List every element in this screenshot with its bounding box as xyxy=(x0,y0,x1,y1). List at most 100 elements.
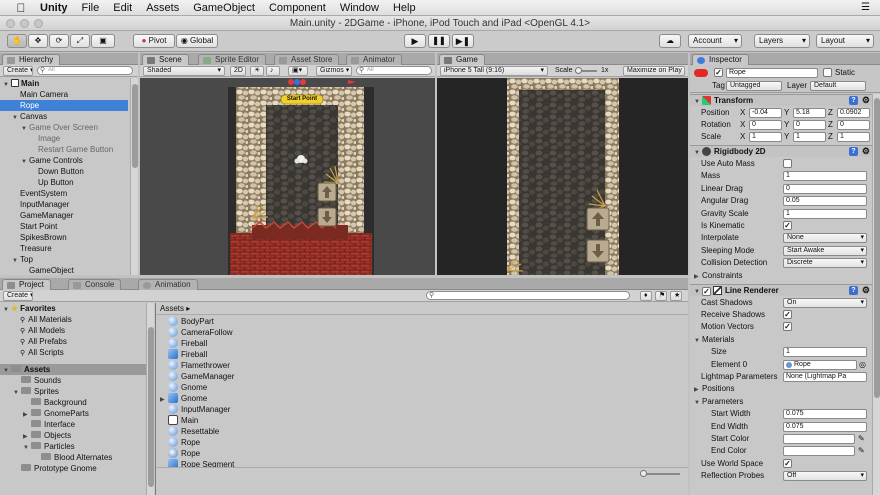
chevron-icon[interactable]: ▼ xyxy=(694,397,702,409)
project-asset-item[interactable]: Main xyxy=(156,414,456,426)
hierarchy-item[interactable]: ▼ Main xyxy=(0,78,128,89)
object-name-field[interactable]: Rope xyxy=(726,68,818,78)
tab-hierarchy[interactable]: Hierarchy xyxy=(2,54,61,65)
step-button[interactable]: ▶❚ xyxy=(452,34,474,48)
audio-toggle[interactable]: ♪ xyxy=(266,66,280,76)
help-icon[interactable]: ? xyxy=(849,147,858,156)
cloud-button[interactable]: ☁ xyxy=(659,34,681,48)
scene-viewport[interactable]: Start Point xyxy=(140,78,435,275)
tab-asset-store[interactable]: Asset Store xyxy=(274,54,340,65)
tag-dropdown[interactable]: Untagged xyxy=(726,81,782,91)
scale-tool-button[interactable]: ⤢ xyxy=(70,34,90,48)
transform-scale-z-field[interactable]: 1 xyxy=(837,132,870,142)
layout-dropdown[interactable]: Layout ▾ xyxy=(816,34,874,48)
transform-rotation-z-field[interactable]: 0 xyxy=(837,120,870,130)
hierarchy-item[interactable]: ▼ Game Controls xyxy=(0,155,128,166)
filter-label-button[interactable]: ⚑ xyxy=(655,291,667,301)
line-renderer-prop-field[interactable]: 0.075 xyxy=(783,409,867,420)
chevron-icon[interactable]: ▼ xyxy=(694,335,702,347)
project-asset-item[interactable]: Resettable xyxy=(156,425,456,437)
slider-knob[interactable] xyxy=(640,470,647,477)
rigidbody-prop-dropdown[interactable]: None ▾ xyxy=(783,233,867,244)
transform-rotation-x-field[interactable]: 0 xyxy=(749,120,782,130)
scale-slider[interactable] xyxy=(575,67,597,74)
scrollbar-thumb[interactable] xyxy=(874,98,880,398)
rect-tool-button[interactable]: ▣ xyxy=(91,34,115,48)
project-folder-item[interactable]: Interface xyxy=(0,419,146,430)
menu-list-icon[interactable]: ☰ xyxy=(861,2,870,13)
scene-search-input[interactable]: ⚲ All xyxy=(356,66,432,75)
scrollbar-thumb[interactable] xyxy=(148,327,154,487)
transform-position-y-field[interactable]: 5.18 xyxy=(793,108,826,118)
maximize-on-play-toggle[interactable]: Maximize on Play xyxy=(623,66,685,76)
project-folder-item[interactable]: Prototype Gnome xyxy=(0,463,146,474)
assets-root-folder[interactable]: ▼ Assets xyxy=(0,364,146,375)
project-asset-item[interactable]: Gnome xyxy=(156,381,456,393)
project-asset-item[interactable]: Fireball xyxy=(156,348,456,360)
project-folder-item[interactable]: Blood Alternates xyxy=(0,452,146,463)
line-renderer-prop-dropdown[interactable]: On ▾ xyxy=(783,297,867,308)
project-folder-item[interactable]: ▼ Sprites xyxy=(0,386,146,397)
eyedropper-icon[interactable]: ✎ xyxy=(858,433,865,445)
transform-rotation-y-field[interactable]: 0 xyxy=(793,120,826,130)
menu-help[interactable]: Help xyxy=(393,2,416,14)
line-renderer-prop-dropdown[interactable]: Off ▾ xyxy=(783,471,867,482)
tab-animation[interactable]: Animation xyxy=(138,279,198,290)
hierarchy-scrollbar[interactable] xyxy=(130,78,138,275)
favorites-item[interactable]: ⚲ All Scripts xyxy=(0,347,146,358)
project-asset-item[interactable]: ▶ Gnome xyxy=(156,392,456,404)
tab-game[interactable]: Game xyxy=(439,54,485,65)
rigidbody-component-header[interactable]: ▼ Rigidbody 2D? ⚙ xyxy=(690,145,872,157)
favorites-item[interactable]: ⚲ All Materials xyxy=(0,314,146,325)
tab-sprite-editor[interactable]: Sprite Editor xyxy=(198,54,267,65)
menu-assets[interactable]: Assets xyxy=(146,2,179,14)
project-asset-item[interactable]: InputManager xyxy=(156,403,456,415)
favorites-item[interactable]: ⚲ All Prefabs xyxy=(0,336,146,347)
rigidbody-prop-field[interactable]: 1 xyxy=(783,208,867,219)
layers-dropdown[interactable]: Layers ▾ xyxy=(754,34,810,48)
inspector-scrollbar[interactable] xyxy=(872,94,880,495)
rigidbody-prop-field[interactable]: 0.05 xyxy=(783,196,867,207)
project-folder-item[interactable]: ▶ Objects xyxy=(0,430,146,441)
shading-mode-dropdown[interactable]: Shaded ▾ xyxy=(143,66,225,76)
rigidbody-prop-checkbox[interactable]: ✓ xyxy=(783,221,792,230)
rigidbody-prop-dropdown[interactable]: Start Awake ▾ xyxy=(783,245,867,256)
filter-type-button[interactable]: ♦ xyxy=(640,291,652,301)
global-toggle-button[interactable]: ◉ Global xyxy=(176,34,218,48)
favorites-header[interactable]: ▼ ★ Favorites xyxy=(0,303,146,314)
hierarchy-item[interactable]: SpikesBrown xyxy=(0,232,128,243)
scrollbar-thumb[interactable] xyxy=(132,84,138,168)
slider-knob[interactable] xyxy=(575,67,582,74)
transform-position-x-field[interactable]: -0.04 xyxy=(749,108,782,118)
tab-animator[interactable]: Animator xyxy=(346,54,403,65)
project-asset-item[interactable]: GameManager xyxy=(156,370,456,382)
project-asset-item[interactable]: BodyPart xyxy=(156,315,456,327)
static-checkbox[interactable] xyxy=(823,68,832,77)
layer-dropdown[interactable]: Default xyxy=(810,81,866,91)
tab-console[interactable]: Console xyxy=(68,279,122,290)
play-button[interactable]: ▶ xyxy=(404,34,426,48)
window-minimize-button[interactable] xyxy=(20,19,29,28)
menu-gameobject[interactable]: GameObject xyxy=(193,2,255,14)
menu-component[interactable]: Component xyxy=(269,2,326,14)
chevron-icon[interactable]: ▶ xyxy=(694,384,702,396)
project-folder-item[interactable]: ▼ Particles xyxy=(0,441,146,452)
game-viewport[interactable] xyxy=(437,78,688,275)
hierarchy-item[interactable]: Treasure xyxy=(0,243,128,254)
hierarchy-item[interactable]: InputManager xyxy=(0,199,128,210)
menu-edit[interactable]: Edit xyxy=(113,2,132,14)
rotate-tool-button[interactable]: ⟳ xyxy=(49,34,69,48)
rigidbody-prop-dropdown[interactable]: Discrete ▾ xyxy=(783,258,867,269)
line-renderer-prop-color-field[interactable] xyxy=(783,446,855,457)
gear-icon[interactable]: ⚙ xyxy=(862,146,870,157)
hierarchy-item[interactable]: Rope xyxy=(0,100,128,111)
lighting-toggle[interactable]: ☀ xyxy=(250,66,264,76)
project-asset-item[interactable]: Fireball xyxy=(156,337,456,349)
window-close-button[interactable] xyxy=(6,19,15,28)
hierarchy-item[interactable]: ▼ Game Over Screen xyxy=(0,122,128,133)
project-asset-item[interactable]: Rope xyxy=(156,436,456,448)
hierarchy-item[interactable]: Start Point xyxy=(0,221,128,232)
tab-project[interactable]: Project xyxy=(2,279,51,290)
help-icon[interactable]: ? xyxy=(849,285,858,295)
line-renderer-prop-checkbox[interactable]: ✓ xyxy=(783,310,792,319)
